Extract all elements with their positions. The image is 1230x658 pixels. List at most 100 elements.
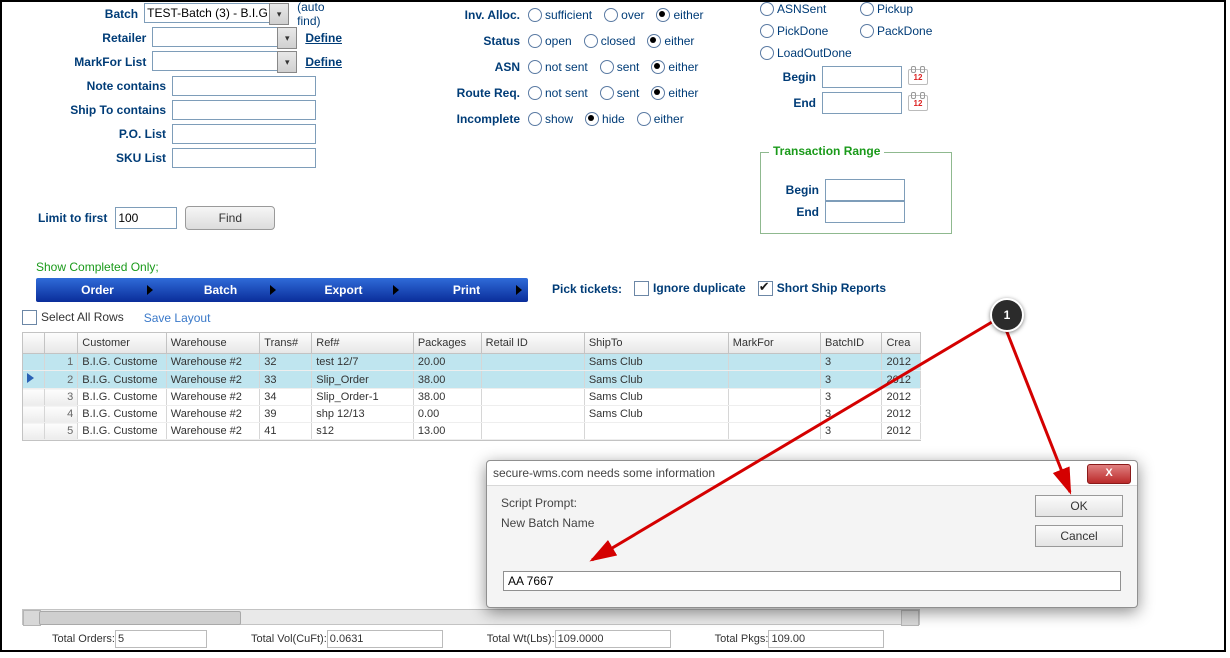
route-sent-radio[interactable]: sent xyxy=(600,86,640,100)
menu-order[interactable]: Order xyxy=(36,283,159,297)
pickdone-label: PickDone xyxy=(777,24,828,38)
batch-label: Batch xyxy=(2,7,144,21)
markfor-dropdown-icon[interactable]: ▾ xyxy=(277,51,297,73)
inv_alloc-either-radio[interactable]: either xyxy=(656,8,703,22)
asn-either-radio[interactable]: either xyxy=(651,60,698,74)
limit-input[interactable] xyxy=(115,207,177,229)
save-layout-link[interactable]: Save Layout xyxy=(144,311,211,325)
retailer-define-link[interactable]: Define xyxy=(305,31,342,45)
markfor-input[interactable] xyxy=(152,51,278,71)
calendar-icon[interactable] xyxy=(908,67,928,87)
col-customer[interactable]: Customer xyxy=(78,333,167,354)
script-prompt-dialog: secure-wms.com needs some information X … xyxy=(486,460,1138,608)
chevron-right-icon xyxy=(516,285,522,295)
packdone-radio[interactable] xyxy=(860,24,874,38)
route-notsent-radio[interactable]: not sent xyxy=(528,86,588,100)
select-all-rows-checkbox[interactable]: Select All Rows xyxy=(22,310,124,325)
ignore-duplicate-checkbox[interactable]: Ignore duplicate xyxy=(634,281,746,296)
chevron-right-icon xyxy=(147,285,153,295)
packdone-label: PackDone xyxy=(877,24,932,38)
filters-right-panel: ASNSent Pickup PickDone PackDone LoadOut… xyxy=(760,0,970,116)
incomplete-hide-radio[interactable]: hide xyxy=(585,112,625,126)
sku-label: SKU List xyxy=(2,151,172,165)
current-row-icon xyxy=(27,373,34,383)
pick-tickets-label: Pick tickets: xyxy=(552,282,622,296)
limit-row: Limit to first Find xyxy=(38,206,275,230)
note-input[interactable] xyxy=(172,76,316,96)
chevron-right-icon xyxy=(393,285,399,295)
trx-end-input[interactable] xyxy=(825,201,905,223)
chevron-right-icon xyxy=(270,285,276,295)
menu-batch[interactable]: Batch xyxy=(159,283,282,297)
batch-input[interactable] xyxy=(144,3,270,23)
total-vol-label: Total Vol(CuFt): xyxy=(251,633,327,645)
col-packages[interactable]: Packages xyxy=(413,333,481,354)
dialog-close-button[interactable]: X xyxy=(1087,464,1131,484)
col-warehouse[interactable]: Warehouse xyxy=(166,333,260,354)
table-row[interactable]: 1B.I.G. CustomeWarehouse #232test 12/720… xyxy=(23,354,921,371)
col-trans[interactable]: Trans# xyxy=(260,333,312,354)
trx-begin-label: Begin xyxy=(769,183,825,197)
col-ref[interactable]: Ref# xyxy=(312,333,414,354)
table-row[interactable]: 3B.I.G. CustomeWarehouse #234Slip_Order-… xyxy=(23,389,921,406)
transaction-range-legend: Transaction Range xyxy=(769,144,884,158)
markfor-define-link[interactable]: Define xyxy=(305,55,342,69)
pickup-radio[interactable] xyxy=(860,2,874,16)
retailer-input[interactable] xyxy=(152,27,278,47)
incomplete-either-radio[interactable]: either xyxy=(637,112,684,126)
grid-horizontal-scrollbar[interactable] xyxy=(22,609,920,625)
asnsent-radio[interactable] xyxy=(760,2,774,16)
incomplete-label: Incomplete xyxy=(426,112,528,126)
asnsent-label: ASNSent xyxy=(777,2,826,16)
calendar-icon[interactable] xyxy=(908,93,928,113)
short-ship-checkbox[interactable]: Short Ship Reports xyxy=(758,281,886,296)
inv_alloc-sufficient-radio[interactable]: sufficient xyxy=(528,8,592,22)
dialog-ok-button[interactable]: OK xyxy=(1035,495,1123,517)
asn-sent-radio[interactable]: sent xyxy=(600,60,640,74)
dialog-prompt-input[interactable] xyxy=(503,571,1121,591)
retailer-dropdown-icon[interactable]: ▾ xyxy=(277,27,297,49)
col-markfor[interactable]: MarkFor xyxy=(728,333,820,354)
sku-input[interactable] xyxy=(172,148,316,168)
po-input[interactable] xyxy=(172,124,316,144)
col-retailid[interactable]: Retail ID xyxy=(481,333,584,354)
auto-find-link[interactable]: (auto find) xyxy=(297,0,342,28)
col-shipto[interactable]: ShipTo xyxy=(584,333,728,354)
pickdone-radio[interactable] xyxy=(760,24,774,38)
col-batchid[interactable]: BatchID xyxy=(820,333,882,354)
show-completed-text[interactable]: Show Completed Only; xyxy=(36,260,159,274)
route-either-radio[interactable]: either xyxy=(651,86,698,100)
grid-options-row: Select All Rows Save Layout xyxy=(22,310,210,325)
total-pkgs-value xyxy=(768,630,884,648)
loadout-radio[interactable] xyxy=(760,46,774,60)
filters-left-panel: Batch ▾ (auto find) Retailer ▾ Define Ma… xyxy=(2,2,342,170)
inv_alloc-over-radio[interactable]: over xyxy=(604,8,644,22)
pick-tickets-row: Pick tickets: Ignore duplicate Short Shi… xyxy=(552,281,886,296)
dialog-cancel-button[interactable]: Cancel xyxy=(1035,525,1123,547)
status-either-radio[interactable]: either xyxy=(647,34,694,48)
trx-begin-input[interactable] xyxy=(825,179,905,201)
col-crea[interactable]: Crea xyxy=(882,333,921,354)
menu-print[interactable]: Print xyxy=(405,283,528,297)
results-grid: CustomerWarehouseTrans#Ref#PackagesRetai… xyxy=(22,332,921,441)
menu-export[interactable]: Export xyxy=(282,283,405,297)
table-row[interactable]: 4B.I.G. CustomeWarehouse #239shp 12/130.… xyxy=(23,406,921,423)
retailer-label: Retailer xyxy=(2,31,152,45)
batch-dropdown-icon[interactable]: ▾ xyxy=(269,3,289,25)
transaction-range-fieldset: Transaction Range Begin End xyxy=(760,152,952,234)
table-row[interactable]: 5B.I.G. CustomeWarehouse #241s1213.00320… xyxy=(23,423,921,440)
table-row[interactable]: 2B.I.G. CustomeWarehouse #233Slip_Order3… xyxy=(23,371,921,389)
incomplete-show-radio[interactable]: show xyxy=(528,112,573,126)
shipto-input[interactable] xyxy=(172,100,316,120)
end-date-input[interactable] xyxy=(822,92,902,114)
status-closed-radio[interactable]: closed xyxy=(584,34,636,48)
loadout-label: LoadOutDone xyxy=(777,46,852,60)
status-open-radio[interactable]: open xyxy=(528,34,572,48)
markfor-label: MarkFor List xyxy=(2,55,152,69)
asn-notsent-radio[interactable]: not sent xyxy=(528,60,588,74)
find-button[interactable]: Find xyxy=(185,206,275,230)
total-orders-label: Total Orders: xyxy=(52,633,115,645)
total-wt-value xyxy=(555,630,671,648)
begin-date-input[interactable] xyxy=(822,66,902,88)
asn-label: ASN xyxy=(426,60,528,74)
